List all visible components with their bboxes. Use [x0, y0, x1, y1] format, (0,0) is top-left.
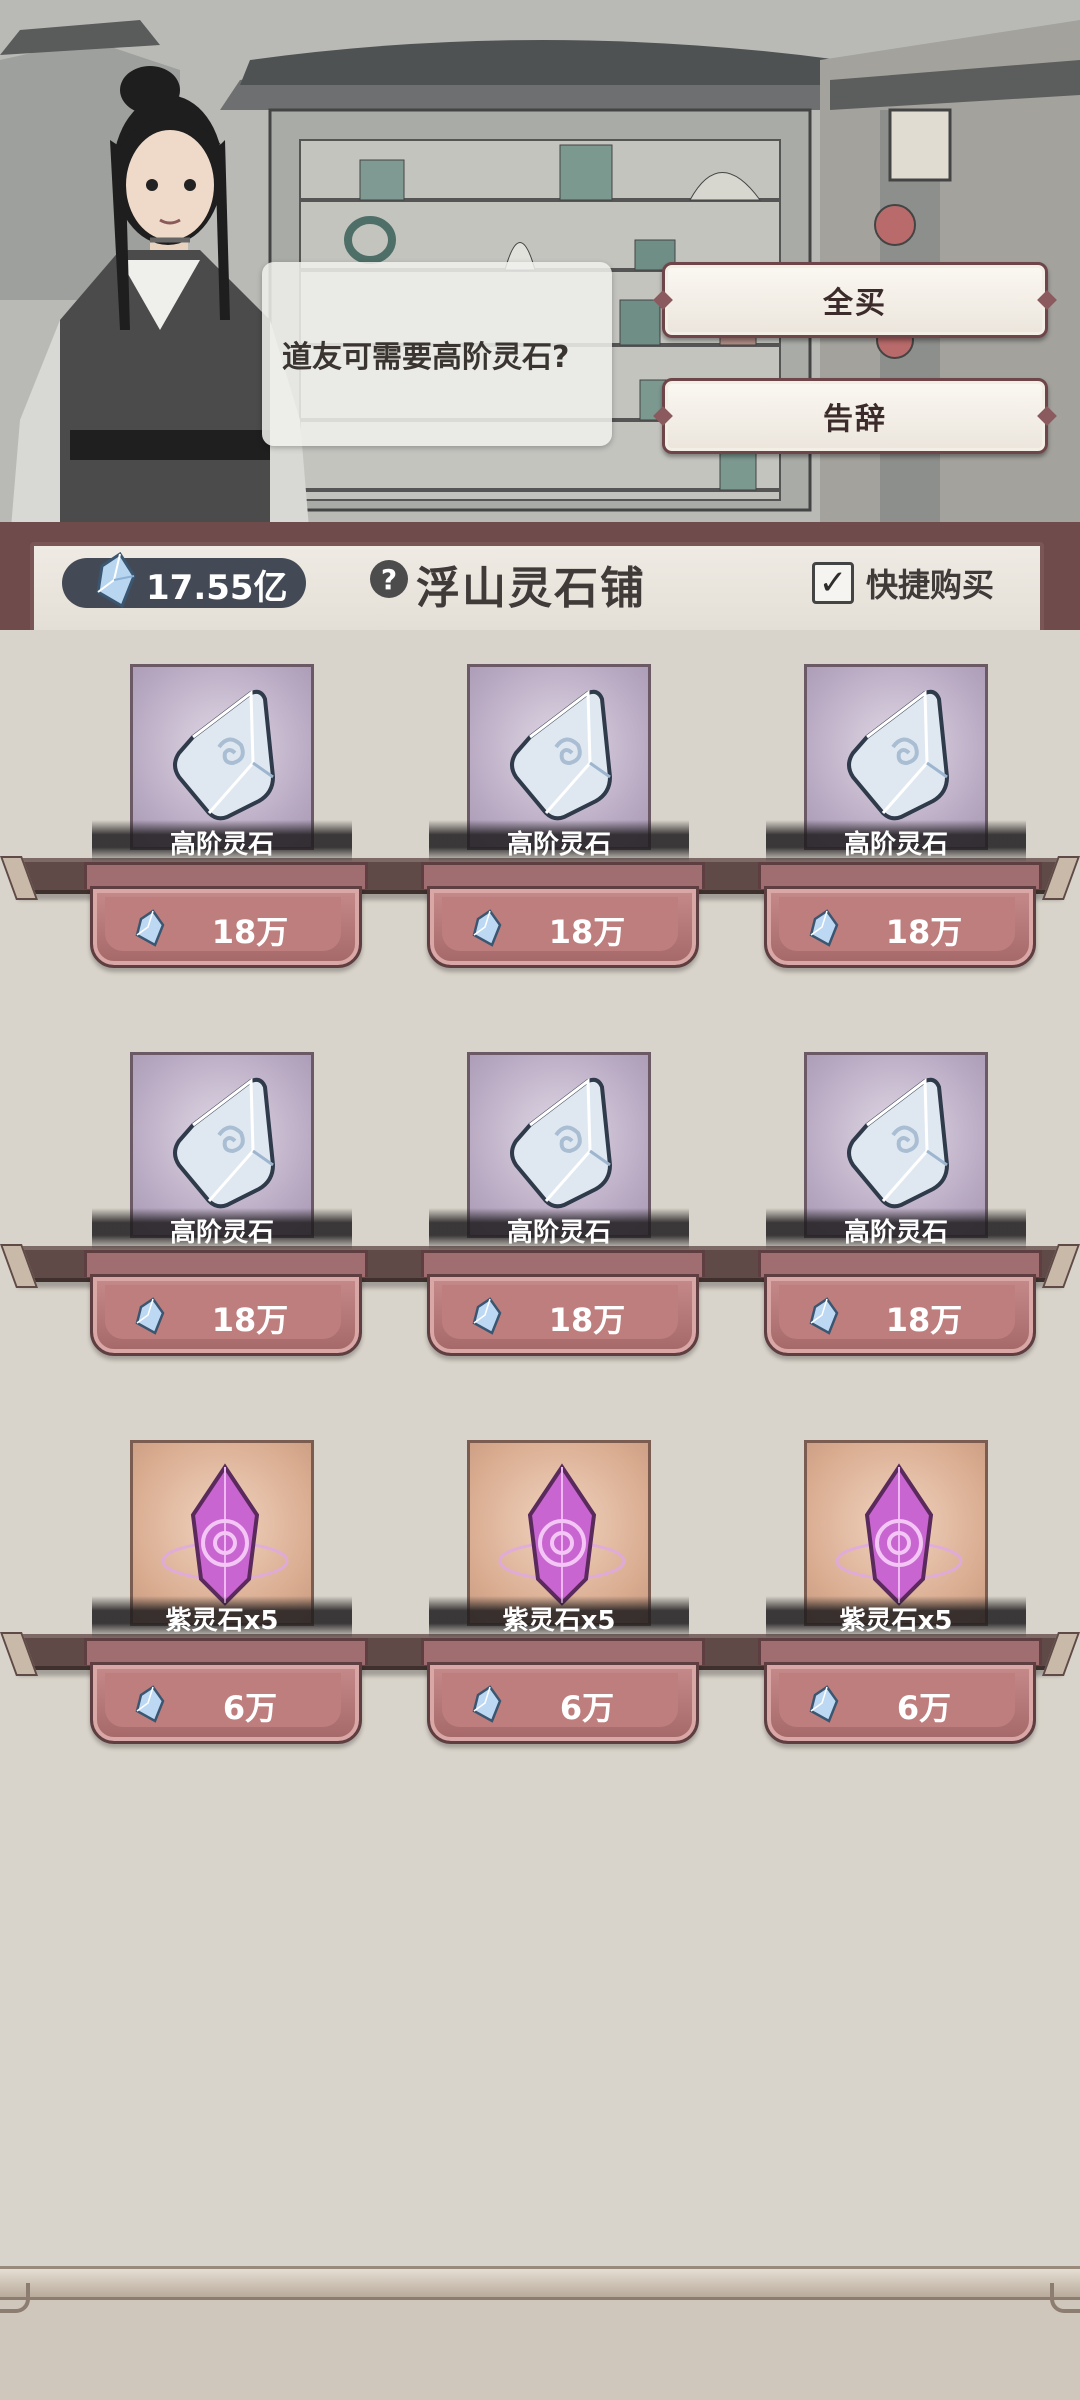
item-price: 6万 [559, 1689, 615, 1727]
shop-item[interactable]: 高阶灵石 18万 [84, 664, 368, 969]
item-stand [84, 862, 368, 889]
buy-price-button[interactable]: 18万 [90, 1274, 362, 1356]
item-name: 紫灵石x5 [839, 1606, 953, 1636]
shop-item[interactable]: 紫灵石x5 6万 [421, 1440, 705, 1745]
item-name: 高阶灵石 [169, 1218, 274, 1248]
buy-price-button[interactable]: 18万 [764, 886, 1036, 968]
buy-price-button[interactable]: 18万 [427, 886, 699, 968]
item-name: 紫灵石x5 [165, 1606, 279, 1636]
buy-price-button[interactable]: 18万 [427, 1274, 699, 1356]
shop-item[interactable]: 紫灵石x5 6万 [758, 1440, 1042, 1745]
shop-scene: 道友可需要高阶灵石? 全买 告辞 [0, 0, 1080, 540]
item-stand [758, 1638, 1042, 1665]
item-stand [421, 862, 705, 889]
item-name: 高阶灵石 [506, 830, 611, 860]
buy-price-button[interactable]: 18万 [764, 1274, 1036, 1356]
item-stand [84, 1250, 368, 1277]
item-stand [421, 1250, 705, 1277]
bottom-rail [0, 2266, 1080, 2313]
npc-dialog-text: 道友可需要高阶灵石? [282, 340, 570, 375]
shop-item[interactable]: 高阶灵石 18万 [421, 1052, 705, 1357]
item-name: 高阶灵石 [843, 830, 948, 860]
item-price: 6万 [222, 1689, 278, 1727]
item-stand [84, 1638, 368, 1665]
help-icon[interactable]: ? [370, 560, 408, 598]
buy-price-button[interactable]: 6万 [764, 1662, 1036, 1744]
item-stand [758, 1250, 1042, 1277]
npc-dialog-bubble: 道友可需要高阶灵石? [262, 262, 612, 446]
shop-item[interactable]: 紫灵石x5 6万 [84, 1440, 368, 1745]
shop-item[interactable]: 高阶灵石 18万 [84, 1052, 368, 1357]
leave-button[interactable]: 告辞 [662, 378, 1048, 454]
shop-item[interactable]: 高阶灵石 18万 [758, 664, 1042, 969]
item-price: 18万 [548, 1301, 626, 1339]
buy-price-button[interactable]: 6万 [90, 1662, 362, 1744]
currency-amount: 17.55亿 [146, 568, 288, 608]
buy-all-button[interactable]: 全买 [662, 262, 1048, 338]
shop-item[interactable]: 高阶灵石 18万 [758, 1052, 1042, 1357]
shop-title: 浮山灵石铺 [416, 563, 646, 614]
spirit-stone-currency-icon [96, 552, 136, 609]
quick-buy-checkbox[interactable]: ✓ [812, 562, 854, 604]
item-stand [758, 862, 1042, 889]
item-stand [421, 1638, 705, 1665]
quick-buy-label[interactable]: 快捷购买 [866, 560, 994, 606]
item-price: 6万 [896, 1689, 952, 1727]
item-price: 18万 [211, 1301, 289, 1339]
item-price: 18万 [885, 1301, 963, 1339]
item-name: 高阶灵石 [169, 830, 274, 860]
item-name: 紫灵石x5 [502, 1606, 616, 1636]
item-price: 18万 [885, 913, 963, 951]
buy-price-button[interactable]: 18万 [90, 886, 362, 968]
buy-price-button[interactable]: 6万 [427, 1662, 699, 1744]
item-name: 高阶灵石 [843, 1218, 948, 1248]
item-price: 18万 [211, 913, 289, 951]
item-name: 高阶灵石 [506, 1218, 611, 1248]
item-price: 18万 [548, 913, 626, 951]
shop-item[interactable]: 高阶灵石 18万 [421, 664, 705, 969]
